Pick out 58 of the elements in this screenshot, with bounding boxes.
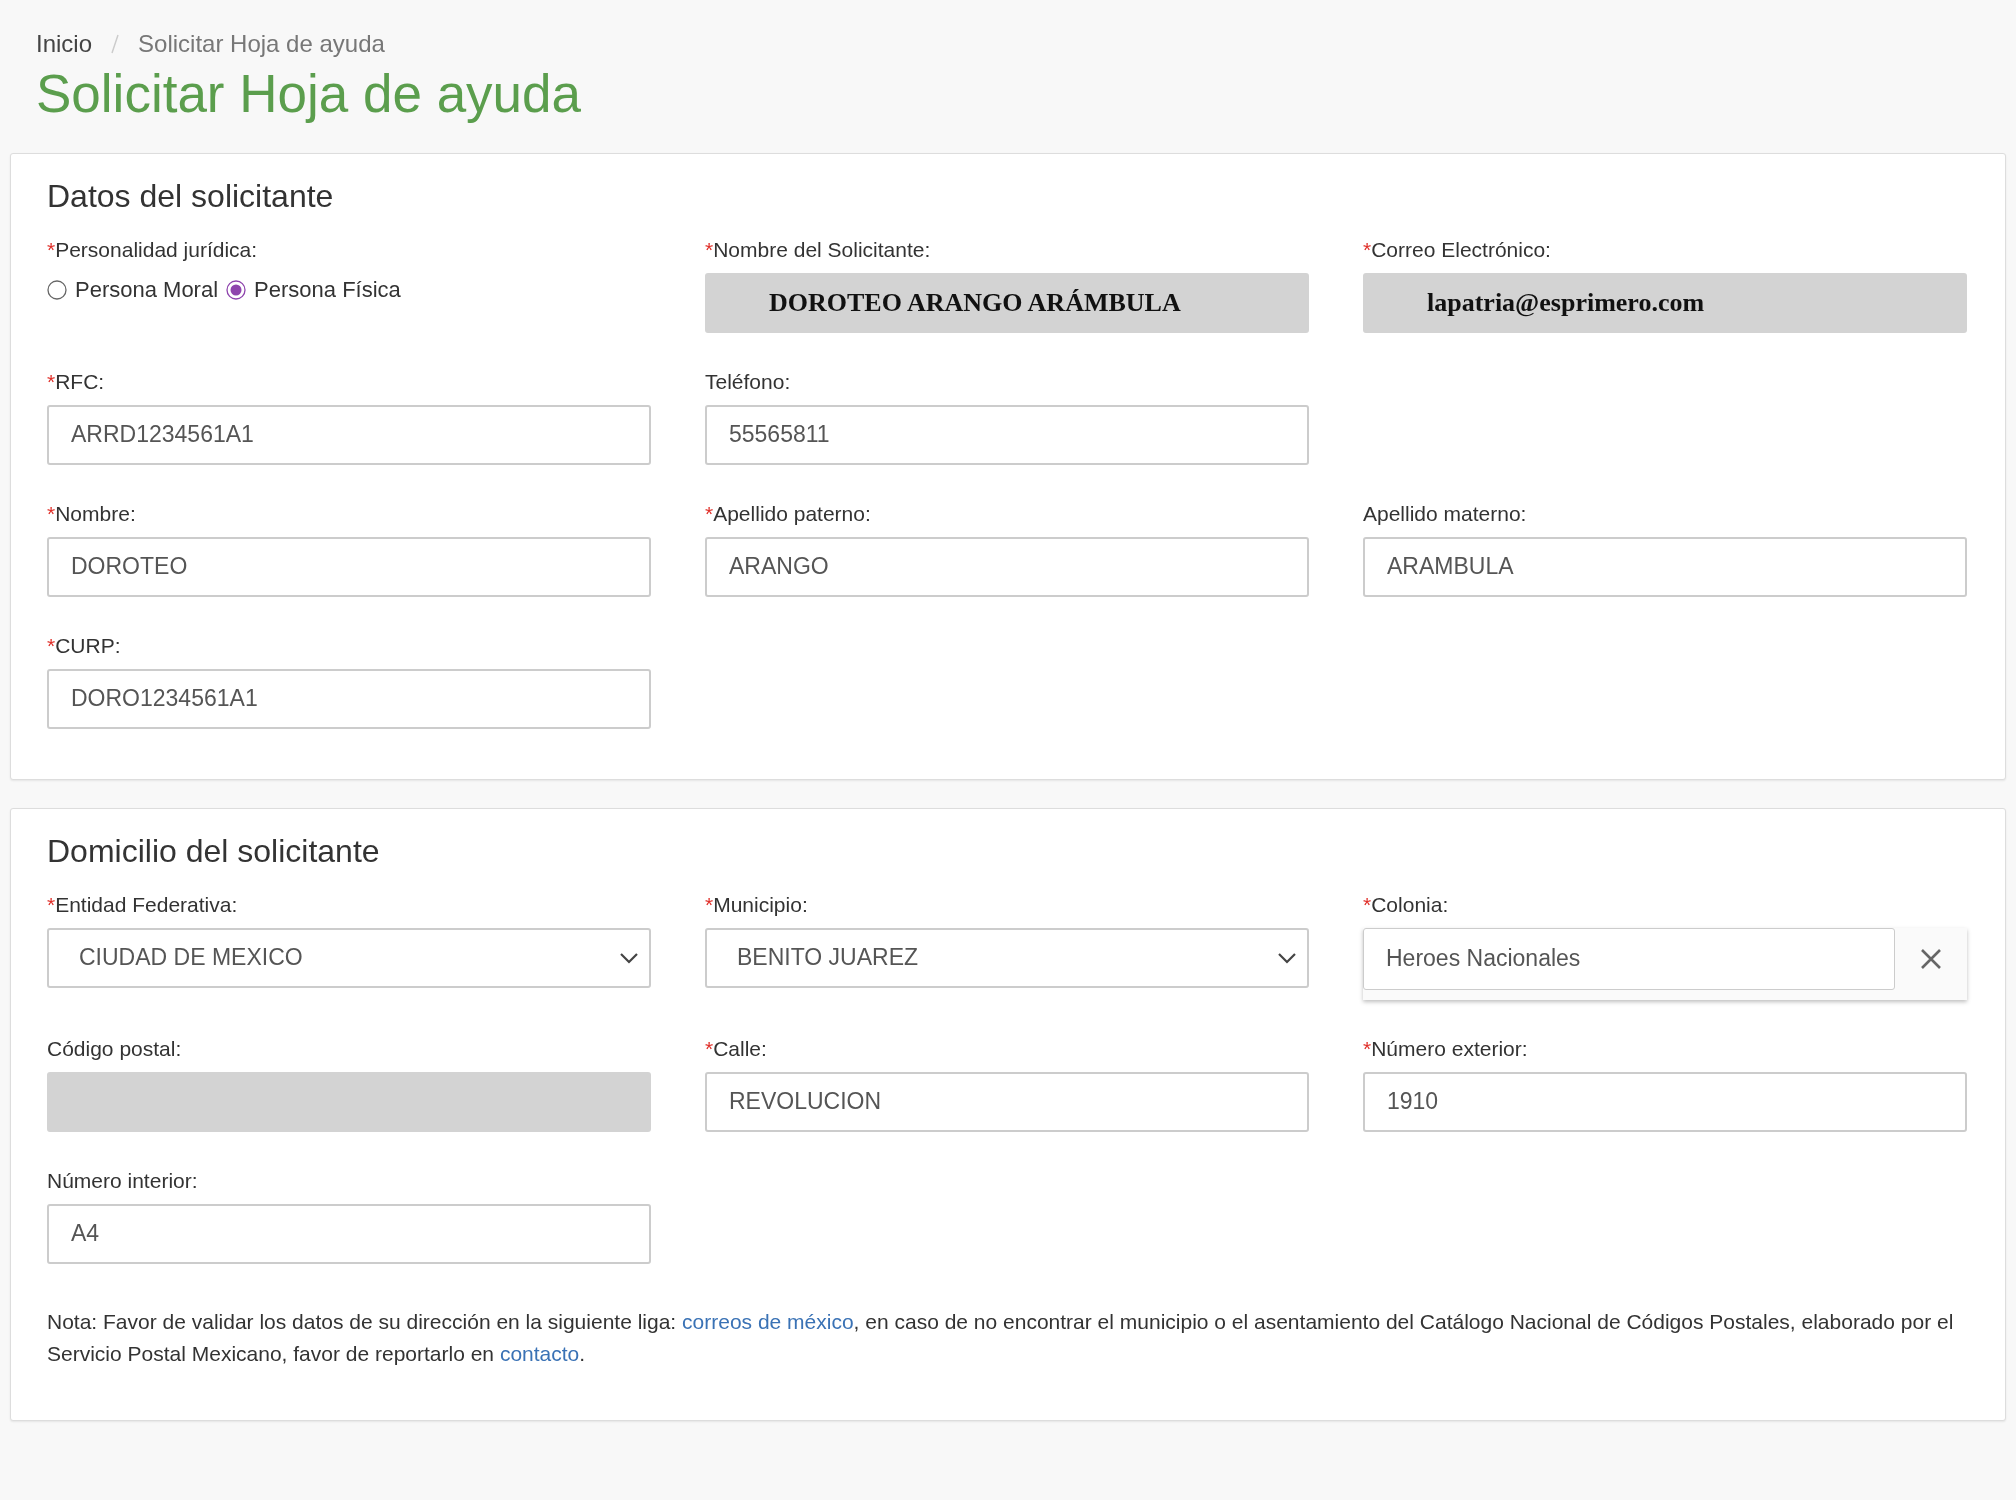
required-mark: *	[1363, 891, 1372, 918]
field-label: CURP:	[55, 632, 121, 659]
required-mark: *	[1363, 236, 1372, 263]
field-label: Colonia:	[1371, 891, 1449, 918]
required-mark: *	[705, 500, 714, 527]
radio-label[interactable]: Persona Física	[254, 276, 401, 303]
select-dropdown[interactable]: CIUDAD DE MEXICO	[47, 927, 651, 988]
required-mark: *	[705, 236, 714, 263]
input-field[interactable]: Heroes Nacionales	[1363, 927, 1895, 990]
required-mark: *	[705, 1035, 714, 1062]
breadcrumb-current: Solicitar Hoja de ayuda	[138, 30, 385, 58]
input-field[interactable]: 55565811	[705, 404, 1309, 465]
select-dropdown[interactable]: BENITO JUAREZ	[705, 927, 1309, 988]
input-field[interactable]: DORO1234561A1	[47, 668, 651, 729]
field-label: Nombre:	[55, 500, 136, 527]
readonly-field: DOROTEO ARANGO ARÁMBULA	[705, 272, 1309, 333]
input-field[interactable]: REVOLUCION	[705, 1071, 1309, 1132]
field-label: Nombre del Solicitante:	[713, 236, 931, 263]
required-mark: *	[47, 368, 56, 395]
field-label: Calle:	[713, 1035, 767, 1062]
field-label: Apellido paterno:	[713, 500, 871, 527]
radio-button[interactable]	[47, 279, 67, 300]
field-label: Número exterior:	[1371, 1035, 1528, 1062]
note-link[interactable]: correos de méxico	[682, 1309, 854, 1333]
field-label: Número interior:	[47, 1167, 198, 1194]
field-label: Correo Electrónico:	[1371, 236, 1551, 263]
readonly-field: lapatria@esprimero.com	[1363, 272, 1967, 333]
radio-button[interactable]	[226, 279, 247, 300]
field-label: Código postal:	[47, 1035, 182, 1062]
input-field[interactable]: ARAMBULA	[1363, 536, 1967, 597]
field-label: Apellido materno:	[1363, 500, 1527, 527]
field-label: RFC:	[55, 368, 105, 395]
page-title: Solicitar Hoja de ayuda	[36, 64, 583, 125]
required-mark: *	[1363, 1035, 1372, 1062]
section-heading: Domicilio del solicitante	[47, 832, 381, 870]
breadcrumb-link[interactable]: Inicio	[36, 30, 93, 58]
input-field[interactable]: DOROTEO	[47, 536, 651, 597]
chevron-down-icon	[619, 951, 639, 964]
required-mark: *	[47, 500, 56, 527]
field-label: Municipio:	[713, 891, 808, 918]
chevron-down-icon	[1277, 951, 1297, 964]
required-mark: *	[47, 632, 56, 659]
radio-label[interactable]: Persona Moral	[75, 276, 219, 303]
field-label: Personalidad jurídica:	[55, 236, 258, 263]
close-icon	[1920, 947, 1942, 970]
required-mark: *	[705, 891, 714, 918]
slash-separator-icon	[110, 33, 121, 55]
field-label: Entidad Federativa:	[55, 891, 238, 918]
field-label: Teléfono:	[705, 368, 791, 395]
note-text: Nota: Favor de validar los datos de su dirección en la siguiente liga: correos de méxico, en caso de no encontrar el municipio o el asentamiento del Catálogo Nacional de Códigos Postales, elaborado por el Servicio Postal Mexicano, favor de reportarlo en contacto.	[47, 1308, 1955, 1367]
input-field[interactable]: 1910	[1363, 1071, 1967, 1132]
section-heading: Datos del solicitante	[47, 177, 335, 215]
required-mark: *	[47, 891, 56, 918]
input-field[interactable]: ARANGO	[705, 536, 1309, 597]
input-field[interactable]: A4	[47, 1203, 651, 1264]
note-link[interactable]: contacto	[499, 1341, 580, 1365]
required-mark: *	[47, 236, 56, 263]
input-field[interactable]: ARRD1234561A1	[47, 404, 651, 465]
